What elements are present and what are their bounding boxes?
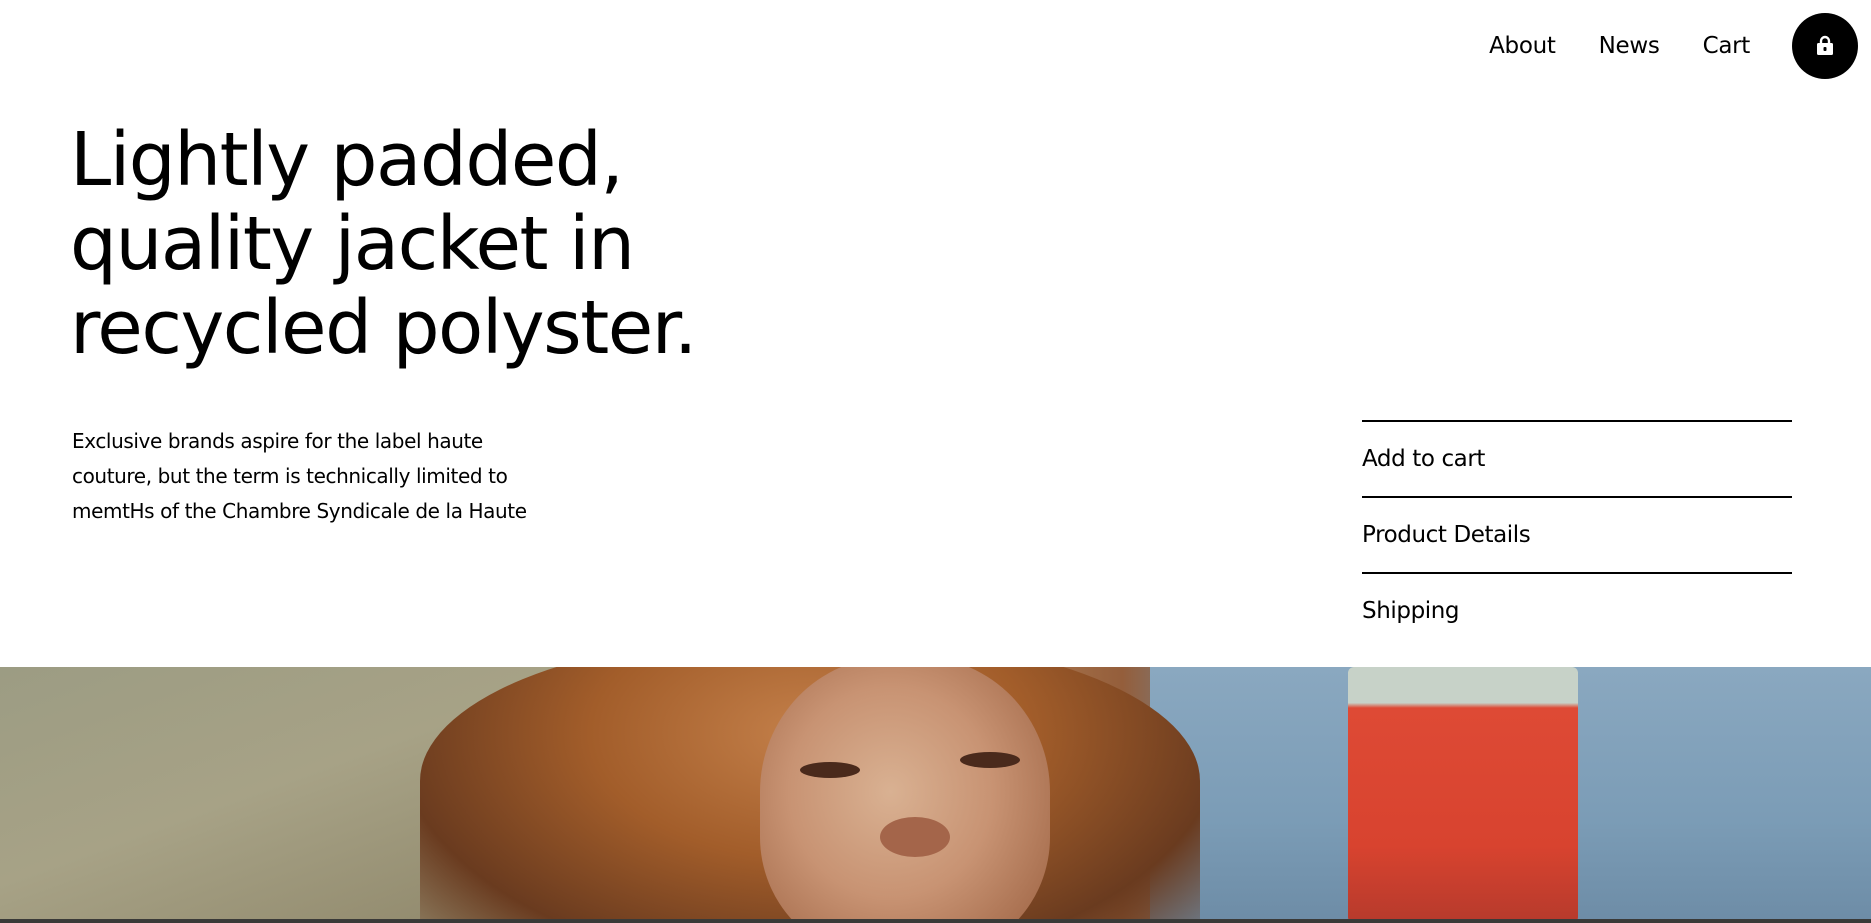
hero-eye: [800, 762, 860, 778]
shopping-bag-button[interactable]: [1792, 13, 1858, 79]
add-to-cart-button[interactable]: Add to cart: [1362, 420, 1792, 496]
product-page: About News Cart Lightly padded, quality …: [0, 0, 1871, 923]
headline-line: Lightly padded,: [70, 117, 624, 203]
nav-link-about[interactable]: About: [1489, 33, 1556, 59]
shipping-toggle[interactable]: Shipping: [1362, 572, 1792, 648]
hero-image: [0, 667, 1871, 923]
product-accordion: Add to cart Product Details Shipping: [1362, 420, 1792, 648]
nav-link-cart[interactable]: Cart: [1703, 33, 1751, 59]
headline-line: quality jacket in: [70, 201, 635, 287]
description-line: couture, but the term is technically lim…: [72, 464, 508, 488]
description-line: Exclusive brands aspire for the label ha…: [72, 429, 483, 453]
headline-line: recycled polyster.: [70, 285, 697, 371]
hero-lighthouse: [1348, 667, 1578, 923]
product-headline: Lightly padded, quality jacket in recycl…: [70, 118, 790, 370]
hero-nose: [880, 817, 950, 857]
hero-bottom-strip: [0, 919, 1871, 923]
hero-face: [760, 667, 1050, 923]
product-description: Exclusive brands aspire for the label ha…: [72, 424, 592, 529]
product-details-toggle[interactable]: Product Details: [1362, 496, 1792, 572]
description-line: memtHs of the Chambre Syndicale de la Ha…: [72, 499, 527, 523]
top-navigation: About News Cart: [1489, 13, 1858, 79]
shopping-bag-icon: [1817, 35, 1833, 55]
hero-eye: [960, 752, 1020, 768]
nav-link-news[interactable]: News: [1599, 33, 1660, 59]
